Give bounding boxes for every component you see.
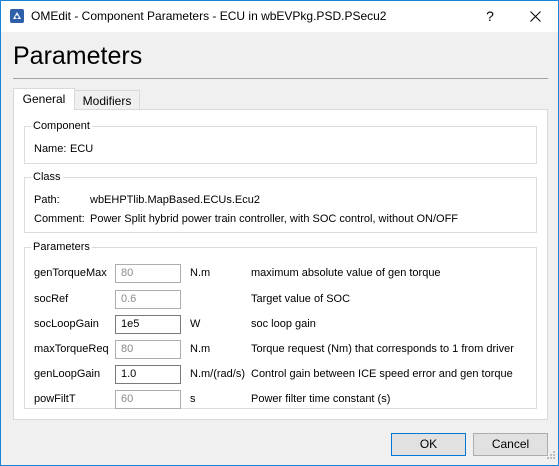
param-desc-maxTorqueReq: Torque request (Nm) that corresponds to … <box>251 343 514 355</box>
param-input-powFiltT[interactable]: 60 <box>115 390 181 409</box>
tab-modifiers[interactable]: Modifiers <box>74 90 140 110</box>
page-title: Parameters <box>13 42 143 70</box>
component-group: Component Name: ECU <box>24 120 537 164</box>
tab-general[interactable]: General <box>13 88 75 110</box>
param-unit-genLoopGain: N.m/(rad/s) <box>190 368 245 380</box>
param-desc-socLoopGain: soc loop gain <box>251 318 316 330</box>
param-input-genTorqueMax[interactable]: 80 <box>115 264 181 283</box>
param-desc-powFiltT: Power filter time constant (s) <box>251 393 391 405</box>
param-unit-genTorqueMax: N.m <box>190 267 211 279</box>
cancel-button[interactable]: Cancel <box>473 433 548 456</box>
dialog-window: OMEdit - Component Parameters - ECU in w… <box>0 0 559 466</box>
close-icon <box>530 11 541 22</box>
component-name-value: ECU <box>70 143 94 155</box>
class-group-title: Class <box>31 171 63 183</box>
class-path-label: Path: <box>34 194 60 206</box>
help-button[interactable]: ? <box>467 1 513 32</box>
param-unit-powFiltT: s <box>190 393 196 405</box>
title-separator <box>13 78 548 79</box>
param-name-genLoopGain: genLoopGain <box>34 368 101 380</box>
class-path-value: wbEHPTlib.MapBased.ECUs.Ecu2 <box>90 194 260 206</box>
class-comment-label: Comment: <box>34 213 85 225</box>
param-name-socLoopGain: socLoopGain <box>34 318 99 330</box>
param-name-maxTorqueReq: maxTorqueReq <box>34 343 109 355</box>
param-desc-genLoopGain: Control gain between ICE speed error and… <box>251 368 513 380</box>
close-button[interactable] <box>513 1 558 32</box>
param-name-genTorqueMax: genTorqueMax <box>34 267 107 279</box>
component-name-label: Name: <box>34 143 67 155</box>
param-input-socLoopGain[interactable]: 1e5 <box>115 315 181 334</box>
tab-panel-general: Component Name: ECU Class Path: wbEHPTli… <box>13 109 548 420</box>
param-desc-genTorqueMax: maximum absolute value of gen torque <box>251 267 441 279</box>
param-unit-socLoopGain: W <box>190 318 201 330</box>
parameters-group-title: Parameters <box>31 241 92 253</box>
class-comment-value: Power Split hybrid power train controlle… <box>90 213 459 225</box>
window-title: OMEdit - Component Parameters - ECU in w… <box>31 9 387 23</box>
param-input-socRef[interactable]: 0.6 <box>115 290 181 309</box>
title-bar[interactable]: OMEdit - Component Parameters - ECU in w… <box>1 1 558 32</box>
param-unit-maxTorqueReq: N.m <box>190 343 211 355</box>
param-name-powFiltT: powFiltT <box>34 393 76 405</box>
param-desc-socRef: Target value of SOC <box>251 293 351 305</box>
param-input-maxTorqueReq[interactable]: 80 <box>115 340 181 359</box>
resize-grip-icon[interactable] <box>546 450 556 463</box>
omedit-app-icon <box>9 8 25 24</box>
param-name-socRef: socRef <box>34 293 69 305</box>
class-group: Class Path: wbEHPTlib.MapBased.ECUs.Ecu2… <box>24 171 537 233</box>
parameters-group: Parameters genTorqueMax 80 N.m maximum a… <box>24 241 537 409</box>
ok-button[interactable]: OK <box>391 433 466 456</box>
component-group-title: Component <box>31 120 92 132</box>
param-input-genLoopGain[interactable]: 1.0 <box>115 365 181 384</box>
